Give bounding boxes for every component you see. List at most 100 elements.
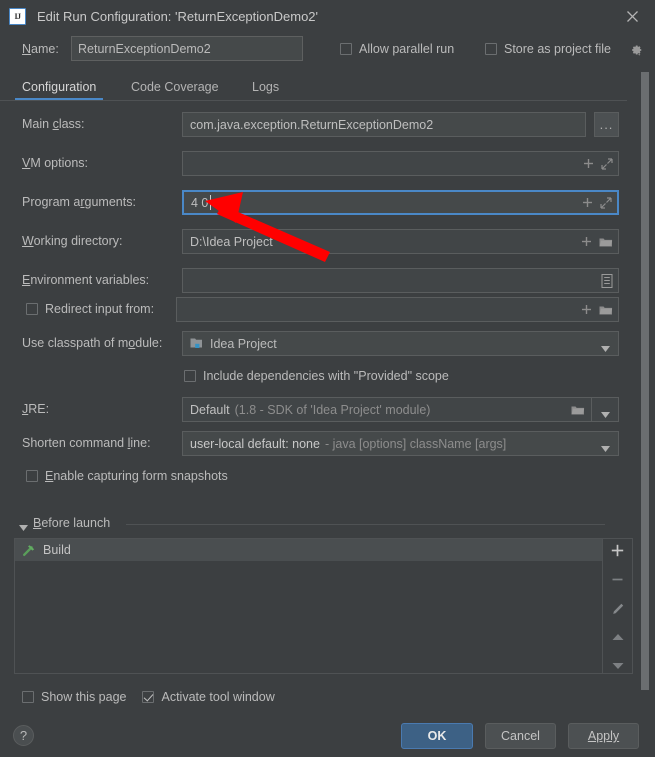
program-arguments-row: Program arguments: 4 0 (0, 190, 627, 215)
enable-form-snapshots-box[interactable] (26, 470, 38, 482)
module-select[interactable]: Idea Project (182, 331, 619, 356)
activate-tool-window-box[interactable] (142, 691, 155, 703)
shorten-command-line-select[interactable]: user-local default: none - java [options… (182, 431, 619, 456)
tab-code-coverage-label: Code Coverage (131, 80, 219, 94)
build-hammer-icon (22, 543, 36, 557)
close-icon[interactable] (622, 6, 642, 26)
help-button[interactable]: ? (13, 725, 34, 746)
redirect-input-from-box[interactable] (26, 303, 38, 315)
cancel-button[interactable]: Cancel (485, 723, 556, 749)
name-input[interactable] (71, 36, 303, 61)
jre-value-hint: (1.8 - SDK of 'Idea Project' module) (234, 402, 431, 417)
main-class-value: com.java.exception.ReturnExceptionDemo2 (190, 117, 434, 132)
gear-icon[interactable] (629, 43, 643, 60)
program-arguments-input[interactable]: 4 0 (182, 190, 619, 215)
jre-label: JRE: (22, 402, 50, 416)
main-class-browse-label: ... (599, 117, 614, 132)
expand-icon[interactable] (601, 157, 613, 170)
main-class-input[interactable]: com.java.exception.ReturnExceptionDemo2 (182, 112, 586, 137)
expand-icon[interactable] (600, 196, 612, 209)
tab-code-coverage[interactable]: Code Coverage (129, 74, 221, 100)
configuration-panel: Main class: com.java.exception.ReturnExc… (0, 101, 627, 505)
plus-icon[interactable] (582, 197, 593, 208)
apply-label: Apply (587, 729, 620, 743)
chevron-down-icon[interactable] (601, 341, 610, 355)
intellij-logo-icon: IJ (9, 7, 26, 25)
store-as-project-file-checkbox[interactable]: Store as project file (485, 42, 611, 56)
activate-tool-window-checkbox[interactable]: Activate tool window (142, 690, 275, 704)
working-directory-value: D:\Idea Project (190, 234, 273, 249)
plus-icon[interactable] (581, 236, 592, 247)
jre-value: Default (190, 402, 230, 417)
main-class-browse-button[interactable]: ... (594, 112, 619, 137)
plus-icon[interactable] (583, 158, 594, 169)
enable-form-snapshots-checkbox[interactable]: Enable capturing form snapshots (26, 469, 228, 483)
vm-options-row: VM options: (0, 151, 627, 176)
folder-icon[interactable] (599, 236, 613, 248)
text-caret (210, 195, 212, 210)
ok-label: OK (427, 729, 447, 743)
tab-logs[interactable]: Logs (250, 74, 281, 100)
main-class-row: Main class: com.java.exception.ReturnExc… (0, 112, 627, 137)
help-label: ? (19, 728, 28, 743)
show-this-page-checkbox[interactable]: Show this page (22, 690, 126, 704)
show-this-page-box[interactable] (22, 691, 34, 703)
vertical-scrollbar-thumb[interactable] (641, 72, 649, 690)
store-as-project-file-label: Store as project file (504, 42, 611, 56)
apply-button[interactable]: Apply (568, 723, 639, 749)
shorten-command-line-value: user-local default: none (190, 436, 320, 451)
shorten-command-line-row: Shorten command line: user-local default… (0, 431, 627, 456)
tab-bar: Configuration Code Coverage Logs (0, 74, 627, 101)
redirect-input-from-input[interactable] (176, 297, 619, 322)
edit-button[interactable] (607, 602, 629, 616)
chevron-down-icon[interactable] (601, 407, 610, 421)
redirect-input-row: Redirect input from: (0, 297, 627, 322)
jre-row: JRE: Default (1.8 - SDK of 'Idea Project… (0, 397, 627, 422)
shorten-command-line-hint: - java [options] className [args] (324, 436, 507, 451)
jre-select[interactable]: Default (1.8 - SDK of 'Idea Project' mod… (182, 397, 619, 422)
store-as-project-file-box[interactable] (485, 43, 497, 55)
before-launch-list[interactable]: Build (14, 538, 603, 674)
working-directory-row: Working directory: D:\Idea Project (0, 229, 627, 254)
include-provided-scope-label: Include dependencies with "Provided" sco… (203, 369, 449, 383)
include-provided-scope-checkbox[interactable]: Include dependencies with "Provided" sco… (184, 369, 449, 383)
edit-run-configuration-dialog: IJ Edit Run Configuration: 'ReturnExcept… (0, 0, 655, 757)
name-row: Name: Allow parallel run Store as projec… (0, 36, 655, 64)
environment-variables-input[interactable] (182, 268, 619, 293)
jre-separator (591, 398, 592, 421)
use-classpath-row: Use classpath of module: Idea Project (0, 331, 627, 356)
move-up-button[interactable] (607, 631, 629, 645)
working-directory-input[interactable]: D:\Idea Project (182, 229, 619, 254)
triangle-down-icon[interactable] (19, 520, 28, 534)
module-icon (190, 337, 204, 350)
ok-button[interactable]: OK (401, 723, 473, 749)
plus-icon[interactable] (581, 304, 592, 315)
vm-options-input[interactable] (182, 151, 619, 176)
include-provided-scope-box[interactable] (184, 370, 196, 382)
redirect-input-from-checkbox[interactable]: Redirect input from: (26, 302, 154, 316)
list-item[interactable]: Build (15, 539, 602, 561)
logo-text: IJ (14, 11, 21, 21)
environment-variables-label: Environment variables: (22, 273, 150, 287)
dialog-title: Edit Run Configuration: 'ReturnException… (37, 8, 319, 24)
move-down-button[interactable] (607, 659, 629, 673)
folder-icon[interactable] (571, 404, 585, 416)
allow-parallel-run-label: Allow parallel run (359, 42, 455, 56)
enable-form-snapshots-label: Enable capturing form snapshots (45, 469, 228, 483)
include-provided-row: Include dependencies with "Provided" sco… (0, 365, 627, 390)
working-directory-label: Working directory: (22, 234, 123, 248)
tab-configuration-label: Configuration (22, 80, 97, 94)
chevron-down-icon[interactable] (601, 441, 610, 455)
add-button[interactable] (607, 544, 629, 558)
remove-button[interactable] (607, 573, 629, 587)
redirect-input-from-label: Redirect input from: (45, 302, 155, 316)
allow-parallel-run-box[interactable] (340, 43, 352, 55)
allow-parallel-run-checkbox[interactable]: Allow parallel run (340, 42, 454, 56)
list-icon[interactable] (601, 273, 613, 288)
tab-configuration[interactable]: Configuration (14, 74, 104, 100)
use-classpath-label: Use classpath of module: (22, 336, 163, 350)
folder-icon[interactable] (599, 304, 613, 316)
bottom-checkbox-row: Show this page Activate tool window (22, 690, 275, 704)
module-select-value: Idea Project (210, 336, 277, 351)
before-launch-rule (126, 524, 605, 525)
